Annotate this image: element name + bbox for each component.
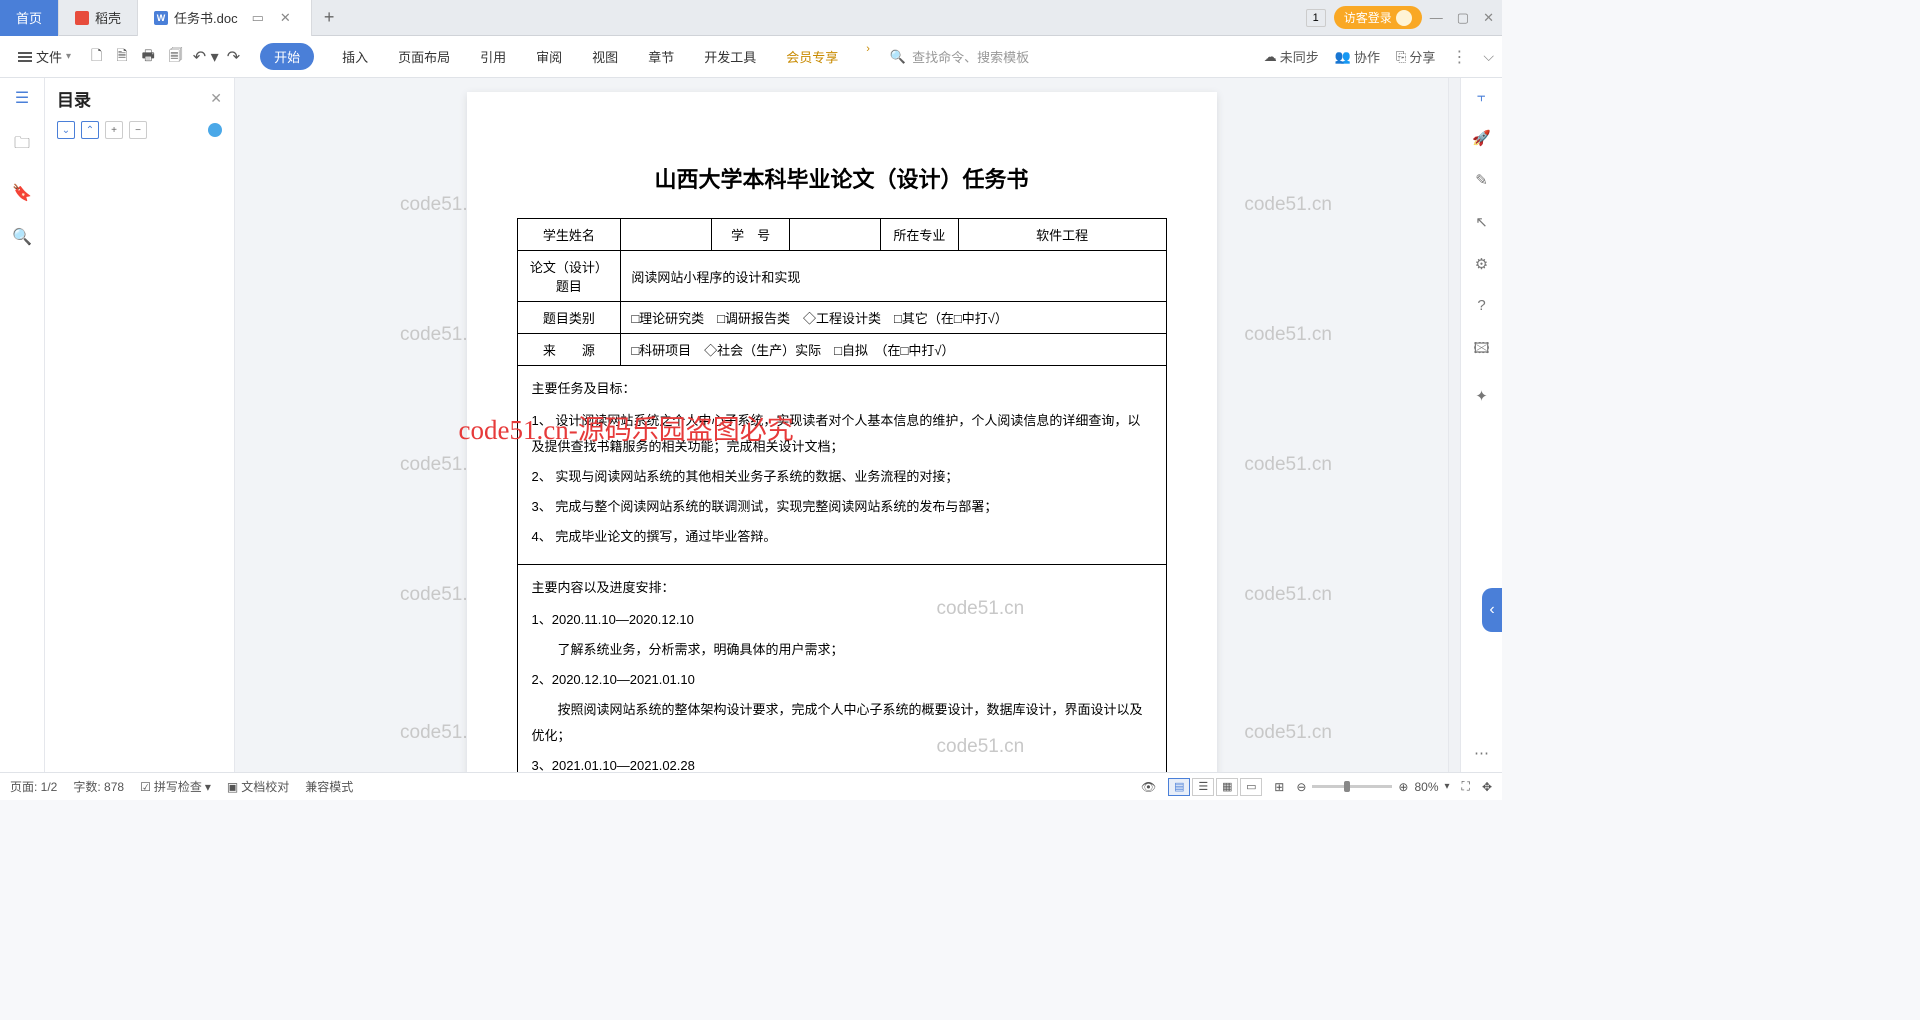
qat-sync-icon[interactable]: 🗎: [114, 43, 129, 71]
avatar-icon: [1396, 10, 1412, 26]
document-page: code51.cn code51.cn code51.cn-源码乐园盗图必究 山…: [467, 92, 1217, 772]
ribbon-tab-start[interactable]: 开始: [260, 43, 314, 70]
login-button[interactable]: 访客登录: [1334, 6, 1422, 29]
tab-daoke[interactable]: 稻壳: [59, 0, 138, 36]
status-spellcheck[interactable]: ☑ 拼写检查 ▾: [140, 778, 211, 795]
outline-collapse-icon[interactable]: ⌃: [81, 121, 99, 139]
right-rail-more-icon[interactable]: ⋯: [1474, 744, 1489, 762]
doc-icon: W: [154, 11, 168, 25]
thumbnail-icon[interactable]: 🗀: [14, 132, 30, 159]
side-expand-button[interactable]: ‹: [1482, 588, 1502, 632]
ribbon-tab-section[interactable]: 章节: [646, 43, 676, 70]
status-proof[interactable]: ▣ 文档校对: [227, 778, 289, 795]
left-rail: ☰ 🗀 🔖 🔍: [0, 78, 45, 772]
chevron-right-icon[interactable]: ›: [866, 43, 870, 70]
outline-expand-icon[interactable]: ⌄: [57, 121, 75, 139]
document-title: 山西大学本科毕业论文（设计）任务书: [517, 162, 1167, 194]
tab-home[interactable]: 首页: [0, 0, 59, 36]
zoom-slider[interactable]: [1312, 785, 1392, 788]
right-rail-spark-icon[interactable]: ✦: [1475, 387, 1488, 405]
outline-settings-icon[interactable]: [208, 123, 222, 137]
sync-button[interactable]: ☁ 未同步: [1264, 47, 1319, 66]
outline-icon[interactable]: ☰: [15, 88, 29, 108]
zoom-out-button[interactable]: ⊖: [1296, 780, 1306, 794]
watermark: code51.cn: [1244, 324, 1332, 346]
status-words[interactable]: 字数: 878: [73, 778, 124, 795]
status-eye-icon[interactable]: 👁: [1141, 780, 1156, 794]
coop-button[interactable]: 👥 协作: [1335, 47, 1380, 66]
ribbon-search[interactable]: 🔍 查找命令、搜索模板: [890, 47, 1029, 66]
search-icon: 🔍: [890, 49, 906, 65]
view-read-icon[interactable]: ▭: [1240, 778, 1262, 796]
qat-print-icon[interactable]: 🖶: [140, 43, 157, 71]
fullscreen-icon[interactable]: ⛶: [1462, 779, 1470, 794]
ribbon-tab-pagelayout[interactable]: 页面布局: [396, 43, 452, 70]
status-bar: 页面: 1/2 字数: 878 ☑ 拼写检查 ▾ ▣ 文档校对 兼容模式 👁 ▤…: [0, 772, 1502, 800]
right-rail: ⫟ 🚀 ✎ ↖ ⚙ ? 🖾 ✦ ⋯: [1460, 78, 1502, 772]
document-canvas[interactable]: ▤ ✥ + code51.cn code51.cn code51.cn code…: [235, 78, 1448, 772]
watermark: code51.cn: [1244, 722, 1332, 744]
tab-split-icon[interactable]: ▭: [248, 8, 268, 28]
right-rail-pen-icon[interactable]: ✎: [1475, 171, 1488, 189]
watermark: code51.cn: [1244, 194, 1332, 216]
ribbon: 文件▾ 🗋 🗎 🖶 🗐 ↶ ▾ ↷ 开始 插入 页面布局 引用 审阅 视图 章节…: [0, 36, 1502, 78]
ribbon-tab-review[interactable]: 审阅: [534, 43, 564, 70]
zoom-in-button[interactable]: ⊕: [1398, 780, 1408, 794]
outline-close-icon[interactable]: ✕: [210, 90, 222, 107]
file-menu[interactable]: 文件▾: [8, 43, 81, 70]
right-rail-settings-icon[interactable]: ⚙: [1475, 255, 1488, 273]
collapse-ribbon-icon[interactable]: ⌵: [1483, 48, 1494, 65]
status-page[interactable]: 页面: 1/2: [10, 778, 57, 795]
ribbon-tab-devtools[interactable]: 开发工具: [702, 43, 758, 70]
more-icon[interactable]: ⋮: [1451, 47, 1467, 67]
zoom-level[interactable]: 80%: [1414, 780, 1438, 794]
search-rail-icon[interactable]: 🔍: [12, 227, 32, 247]
redo-icon[interactable]: ↷: [227, 47, 240, 67]
undo-icon[interactable]: ↶ ▾: [193, 47, 219, 67]
status-compat: 兼容模式: [305, 778, 353, 795]
document-table: 学生姓名 学 号 所在专业软件工程 论文（设计）题目阅读网站小程序的设计和实现 …: [517, 218, 1167, 772]
maximize-icon[interactable]: ▢: [1457, 10, 1469, 26]
status-layout-icon[interactable]: ⊞: [1274, 780, 1284, 794]
fit-icon[interactable]: ✥: [1482, 780, 1492, 794]
outline-panel: 目录 ✕ ⌄ ⌃ + −: [45, 78, 235, 772]
outline-plus-icon[interactable]: +: [105, 121, 123, 139]
close-icon[interactable]: ✕: [1483, 10, 1494, 26]
tab-close-icon[interactable]: ✕: [276, 8, 295, 28]
tab-document[interactable]: W 任务书.doc ▭ ✕: [138, 0, 312, 36]
ribbon-tab-insert[interactable]: 插入: [340, 43, 370, 70]
right-rail-rocket-icon[interactable]: 🚀: [1472, 129, 1491, 147]
qat-save-icon[interactable]: 🗋: [89, 43, 104, 71]
ribbon-tab-member[interactable]: 会员专享: [784, 43, 840, 70]
watermark: code51.cn: [1244, 584, 1332, 606]
hamburger-icon: [18, 52, 32, 62]
share-button[interactable]: ⎘ 分享: [1396, 47, 1435, 66]
outline-minus-icon[interactable]: −: [129, 121, 147, 139]
right-rail-collapse-icon[interactable]: ⫟: [1477, 88, 1486, 105]
window-count-badge[interactable]: 1: [1306, 9, 1326, 27]
outline-title: 目录: [57, 86, 91, 111]
scrollbar[interactable]: [1448, 78, 1460, 772]
ribbon-tab-view[interactable]: 视图: [590, 43, 620, 70]
daoke-icon: [75, 11, 89, 25]
minimize-icon[interactable]: —: [1430, 10, 1443, 26]
view-outline-icon[interactable]: ☰: [1192, 778, 1214, 796]
ribbon-tab-reference[interactable]: 引用: [478, 43, 508, 70]
right-rail-image-icon[interactable]: 🖾: [1473, 338, 1489, 363]
view-page-icon[interactable]: ▤: [1168, 778, 1190, 796]
new-tab-button[interactable]: +: [312, 7, 347, 28]
right-rail-help-icon[interactable]: ?: [1477, 297, 1485, 314]
view-web-icon[interactable]: ▦: [1216, 778, 1238, 796]
right-rail-cursor-icon[interactable]: ↖: [1475, 213, 1488, 231]
watermark: code51.cn: [1244, 454, 1332, 476]
bookmark-icon[interactable]: 🔖: [12, 183, 32, 203]
qat-preview-icon[interactable]: 🗐: [167, 43, 185, 71]
tab-bar: 首页 稻壳 W 任务书.doc ▭ ✕ + 1 访客登录 — ▢ ✕: [0, 0, 1502, 36]
